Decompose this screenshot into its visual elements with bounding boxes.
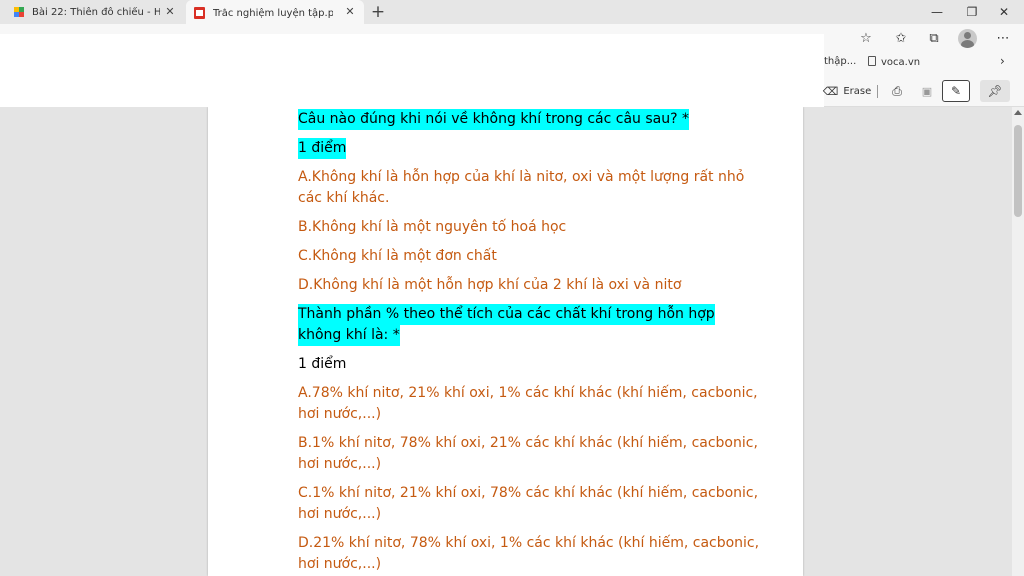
vertical-scrollbar[interactable] xyxy=(1012,107,1024,576)
save-as-button[interactable]: ✎ xyxy=(942,80,970,102)
printer-icon: ⎙ xyxy=(892,83,902,98)
more-menu-icon[interactable]: ⋯ xyxy=(992,28,1014,50)
answer-2a-line2: hơi nước,...) xyxy=(298,406,382,422)
toolbar-divider xyxy=(877,85,878,98)
answer-1d: D.Không khí là một hỗn hợp khí của 2 khí… xyxy=(298,277,682,293)
eraser-icon: ⌫ xyxy=(822,84,839,98)
answer-1c: C.Không khí là một đơn chất xyxy=(298,248,497,264)
pin-toolbar-button[interactable]: 📌︎ xyxy=(980,80,1010,102)
window-close-button[interactable]: ✕ xyxy=(987,0,1021,24)
question-1-points: 1 điểm xyxy=(298,138,347,159)
tab-title: Trắc nghiệm luyện tập.pdf xyxy=(213,7,333,19)
page-icon xyxy=(868,56,876,66)
question-2-points: 1 điểm xyxy=(298,356,347,372)
question-2-line1: Thành phần % theo thể tích của các chất … xyxy=(298,304,715,325)
favorite-item[interactable]: voca.vn xyxy=(868,56,920,68)
save-as-icon: ✎ xyxy=(950,84,962,98)
answer-2d-line1: D.21% khí nitơ, 78% khí oxi, 1% các khí … xyxy=(298,535,760,551)
print-button[interactable]: ⎙ xyxy=(886,80,908,102)
answer-2b-line1: B.1% khí nitơ, 78% khí oxi, 21% các khí … xyxy=(298,435,758,451)
save-button[interactable]: ▣ xyxy=(916,80,938,102)
answer-2b-line2: hơi nước,...) xyxy=(298,456,382,472)
google-drive-icon xyxy=(14,7,24,17)
tab-bai-22[interactable]: Bài 22: Thiên đô chiếu - Hệ thống ✕ xyxy=(8,0,184,24)
pdf-file-icon xyxy=(194,7,205,19)
tab-title: Bài 22: Thiên đô chiếu - Hệ thống xyxy=(32,6,160,18)
erase-button[interactable]: ⌫ Erase xyxy=(822,80,872,102)
answer-1a-line2: các khí khác. xyxy=(298,190,390,206)
answer-1b: B.Không khí là một nguyên tố hoá học xyxy=(298,219,567,235)
answer-2d-line2: hơi nước,...) xyxy=(298,556,382,572)
scroll-up-arrow-icon[interactable] xyxy=(1014,110,1022,115)
close-icon[interactable]: ✕ xyxy=(342,4,358,20)
question-2-line2: không khí là: * xyxy=(298,325,400,346)
favorite-item[interactable]: thập... xyxy=(824,56,856,67)
answer-1a-line1: A.Không khí là hỗn hợp của khí là nitơ, … xyxy=(298,169,745,185)
pin-icon: 📌︎ xyxy=(987,84,1003,98)
question-1-text: Câu nào đúng khi nói về không khí trong … xyxy=(298,109,690,130)
restore-button[interactable]: ❐ xyxy=(955,0,989,24)
chevron-right-icon[interactable]: › xyxy=(1000,54,1005,68)
tab-trac-nghiem-pdf[interactable]: Trắc nghiệm luyện tập.pdf ✕ xyxy=(186,0,364,26)
tab-strip: Bài 22: Thiên đô chiếu - Hệ thống ✕ Trắc… xyxy=(0,0,1024,26)
answer-2c-line1: C.1% khí nitơ, 21% khí oxi, 78% các khí … xyxy=(298,485,759,501)
favorites-bar: thập... voca.vn › xyxy=(824,52,1024,74)
profile-avatar[interactable] xyxy=(958,29,977,48)
answer-2a-line1: A.78% khí nitơ, 21% khí oxi, 1% các khí … xyxy=(298,385,758,401)
collections-icon[interactable]: ⧉ xyxy=(923,28,945,50)
favorites-icon[interactable]: ✩ xyxy=(890,28,912,50)
minimize-button[interactable]: — xyxy=(920,0,954,24)
save-icon: ▣ xyxy=(921,84,933,98)
new-tab-button[interactable]: + xyxy=(368,2,388,22)
pdf-toolbar: ⌫ Erase ⎙ ▣ ✎ 📌︎ xyxy=(822,74,1024,107)
popup-overlay xyxy=(0,34,824,107)
answer-2c-line2: hơi nước,...) xyxy=(298,506,382,522)
scrollbar-thumb[interactable] xyxy=(1014,125,1022,217)
close-icon[interactable]: ✕ xyxy=(162,4,178,20)
add-favorite-icon[interactable]: ☆ xyxy=(855,28,877,50)
erase-label: Erase xyxy=(843,85,872,97)
pdf-viewer[interactable]: Câu nào đúng khi nói về không khí trong … xyxy=(0,107,1012,576)
